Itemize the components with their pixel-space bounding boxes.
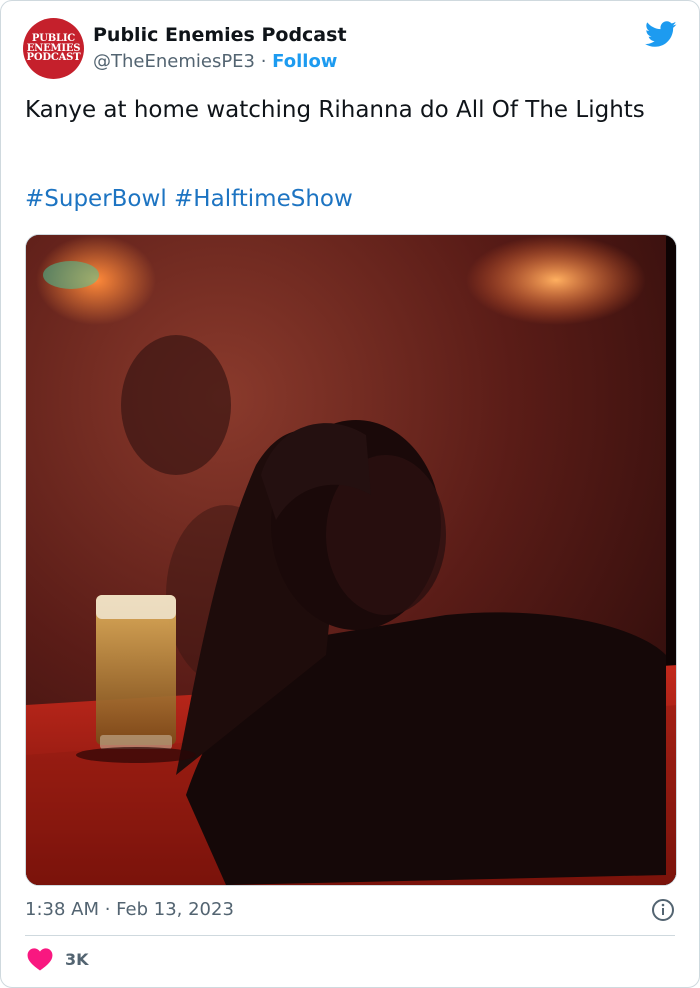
heart-icon[interactable] (27, 947, 53, 971)
hashtag-superbowl[interactable]: #SuperBowl (25, 186, 167, 212)
author-handle-row: @TheEnemiesPE3 · Follow (93, 51, 337, 72)
handle-separator: · (255, 51, 273, 72)
info-icon[interactable] (651, 898, 675, 922)
tweet-timestamp[interactable]: 1:38 AM · Feb 13, 2023 (25, 899, 234, 920)
like-action[interactable]: 3K (27, 947, 89, 971)
twitter-bird-icon[interactable] (645, 21, 677, 48)
avatar-line-3: PODCAST (26, 52, 81, 64)
author-handle[interactable]: @TheEnemiesPE3 (93, 51, 255, 72)
author-name[interactable]: Public Enemies Podcast (93, 24, 347, 46)
follow-button[interactable]: Follow (272, 51, 337, 72)
tweet-text: Kanye at home watching Rihanna do All Of… (25, 97, 645, 123)
hashtag-halftimeshow[interactable]: #HalftimeShow (174, 186, 353, 212)
divider (25, 935, 675, 936)
tweet-photo[interactable] (25, 234, 677, 886)
like-count: 3K (65, 949, 89, 969)
tweet-card: PUBLIC ENEMIES PODCAST Public Enemies Po… (0, 0, 700, 988)
author-avatar[interactable]: PUBLIC ENEMIES PODCAST (23, 18, 84, 79)
hashtag-row: #SuperBowl #HalftimeShow (25, 186, 353, 212)
photo-scene (26, 235, 676, 885)
